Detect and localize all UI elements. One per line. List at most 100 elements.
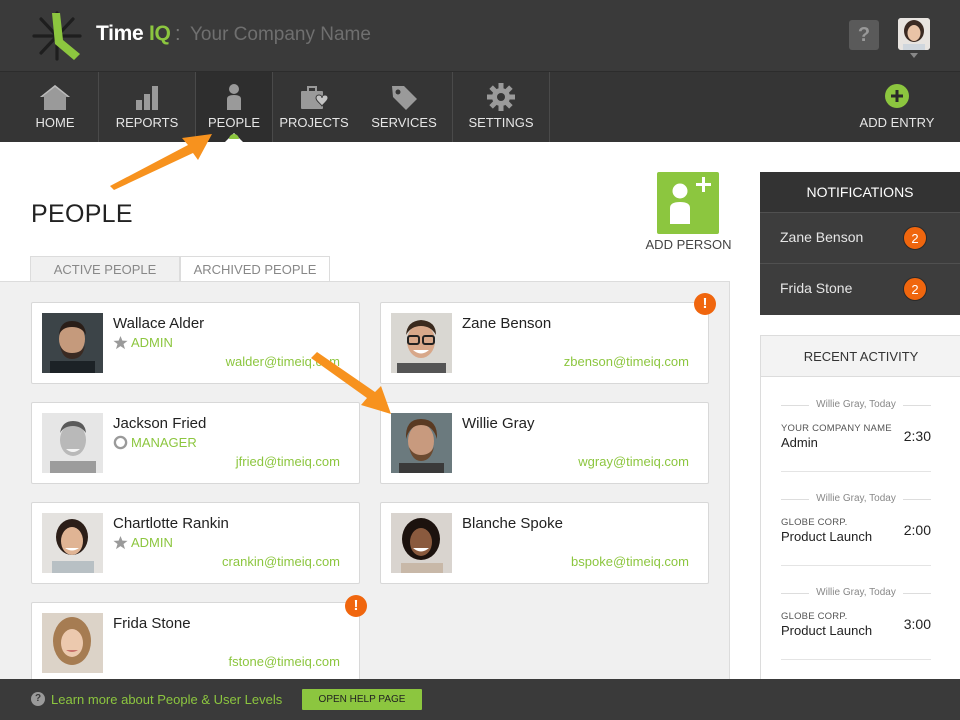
nav-divider [98, 72, 99, 142]
bar-chart-icon [136, 86, 158, 110]
star-icon [113, 335, 128, 350]
add-person-label[interactable]: ADD PERSON [640, 237, 737, 252]
person-card[interactable]: Frida Stone fstone@timeiq.com [31, 602, 360, 680]
person-email[interactable]: jfried@timeiq.com [236, 454, 340, 469]
notification-item[interactable]: Zane Benson 2 [760, 212, 960, 263]
person-card[interactable]: Zane Benson zbenson@timeiq.com [380, 302, 709, 384]
page-title: PEOPLE [31, 200, 133, 228]
tag-icon [392, 86, 417, 110]
person-photo [42, 413, 103, 473]
activity-item[interactable]: Willie Gray, Today GLOBE CORP. Product L… [781, 587, 931, 677]
time-iq-logo[interactable] [30, 10, 84, 62]
person-role: ADMIN [113, 535, 173, 550]
person-photo [391, 413, 452, 473]
user-avatar[interactable] [898, 18, 930, 50]
activity-item[interactable]: Willie Gray, Today GLOBE CORP. Product L… [781, 493, 931, 583]
notification-item[interactable]: Frida Stone 2 [760, 263, 960, 314]
person-card[interactable]: Jackson Fried MANAGER jfried@timeiq.com [31, 402, 360, 484]
person-email[interactable]: crankin@timeiq.com [222, 554, 340, 569]
help-footer: ? Learn more about People & User Levels … [0, 679, 960, 720]
nav-divider [549, 72, 550, 142]
add-entry-button[interactable]: ADD ENTRY [852, 72, 942, 142]
person-name: Frida Stone [113, 615, 191, 632]
person-card[interactable]: Willie Gray wgray@timeiq.com [380, 402, 709, 484]
chevron-down-icon[interactable] [910, 53, 918, 58]
person-email[interactable]: walder@timeiq.com [226, 354, 340, 369]
person-photo [391, 513, 452, 573]
open-help-page-button[interactable]: OPEN HELP PAGE [302, 689, 422, 710]
recent-activity-panel: RECENT ACTIVITY Willie Gray, Today YOUR … [760, 335, 960, 680]
briefcase-heart-icon [301, 86, 329, 109]
notification-count-badge: 2 [903, 277, 927, 301]
nav-settings[interactable]: SETTINGS [462, 72, 540, 142]
nav-reports[interactable]: REPORTS [106, 72, 188, 142]
gear-icon [487, 83, 515, 111]
person-name: Jackson Fried [113, 415, 207, 432]
person-name: Blanche Spoke [462, 515, 563, 532]
nav-divider [452, 72, 453, 142]
person-card[interactable]: Wallace Alder ADMIN walder@timeiq.com [31, 302, 360, 384]
activity-when: Willie Gray, Today [781, 587, 931, 598]
person-role: MANAGER [113, 435, 197, 450]
nav-home[interactable]: HOME [14, 72, 96, 142]
activity-when: Willie Gray, Today [781, 399, 931, 410]
activity-when: Willie Gray, Today [781, 493, 931, 504]
person-photo [391, 313, 452, 373]
nav-projects[interactable]: PROJECTS [276, 72, 352, 142]
person-name: Wallace Alder [113, 315, 205, 332]
activity-divider [781, 565, 931, 566]
recent-activity-title: RECENT ACTIVITY [761, 336, 960, 377]
nav-divider [272, 72, 273, 142]
nav-services[interactable]: SERVICES [366, 72, 442, 142]
circle-icon [113, 435, 128, 450]
person-email[interactable]: fstone@timeiq.com [229, 654, 340, 669]
person-email[interactable]: bspoke@timeiq.com [571, 554, 689, 569]
brand-name: Time IQ [96, 22, 171, 45]
activity-project: Product Launch [781, 529, 873, 544]
tab-active-people[interactable]: ACTIVE PEOPLE [30, 256, 180, 282]
people-list: Wallace Alder ADMIN walder@timeiq.com Za… [0, 281, 730, 680]
person-card[interactable]: Blanche Spoke bspoke@timeiq.com [380, 502, 709, 584]
activity-client: YOUR COMPANY NAME [781, 423, 892, 434]
notifications-panel: NOTIFICATIONS Zane Benson 2 Frida Stone … [760, 172, 960, 315]
person-email[interactable]: zbenson@timeiq.com [564, 354, 689, 369]
activity-hours: 2:30 [903, 428, 931, 444]
person-photo [42, 613, 103, 673]
plus-circle-icon [885, 84, 909, 108]
activity-client: GLOBE CORP. [781, 517, 848, 528]
notification-name: Zane Benson [780, 229, 864, 245]
person-email[interactable]: wgray@timeiq.com [578, 454, 689, 469]
main-nav: HOME REPORTS PEOPLE PROJECTS SERVICES SE… [0, 72, 960, 142]
add-person-button[interactable] [657, 172, 719, 234]
help-button[interactable]: ? [849, 20, 879, 50]
person-photo [42, 513, 103, 573]
person-name: Willie Gray [462, 415, 535, 432]
notification-count-badge: 2 [903, 226, 927, 250]
learn-more-link[interactable]: Learn more about People & User Levels [51, 692, 282, 707]
activity-item[interactable]: Willie Gray, Today YOUR COMPANY NAME Adm… [781, 399, 931, 489]
person-card[interactable]: Chartlotte Rankin ADMIN crankin@timeiq.c… [31, 502, 360, 584]
nav-people[interactable]: PEOPLE [196, 72, 272, 142]
top-bar: Time IQ : Your Company Name ? [0, 0, 960, 72]
activity-project: Product Launch [781, 623, 873, 638]
activity-divider [781, 471, 931, 472]
alert-icon[interactable]: ! [345, 595, 367, 617]
help-circle-icon: ? [31, 692, 45, 706]
alert-icon[interactable]: ! [694, 293, 716, 315]
activity-client: GLOBE CORP. [781, 611, 848, 622]
company-name[interactable]: Your Company Name [190, 24, 371, 46]
person-name: Zane Benson [462, 315, 552, 332]
notification-name: Frida Stone [780, 280, 853, 296]
star-icon [113, 535, 128, 550]
brand-separator: : [175, 23, 181, 45]
person-icon [227, 84, 241, 110]
notifications-title: NOTIFICATIONS [760, 172, 960, 212]
activity-hours: 2:00 [903, 522, 931, 538]
home-icon [40, 85, 70, 110]
activity-divider [781, 659, 931, 660]
activity-hours: 3:00 [903, 616, 931, 632]
active-nav-pip [229, 134, 239, 139]
person-photo [42, 313, 103, 373]
person-name: Chartlotte Rankin [113, 515, 229, 532]
tab-archived-people[interactable]: ARCHIVED PEOPLE [180, 256, 330, 282]
